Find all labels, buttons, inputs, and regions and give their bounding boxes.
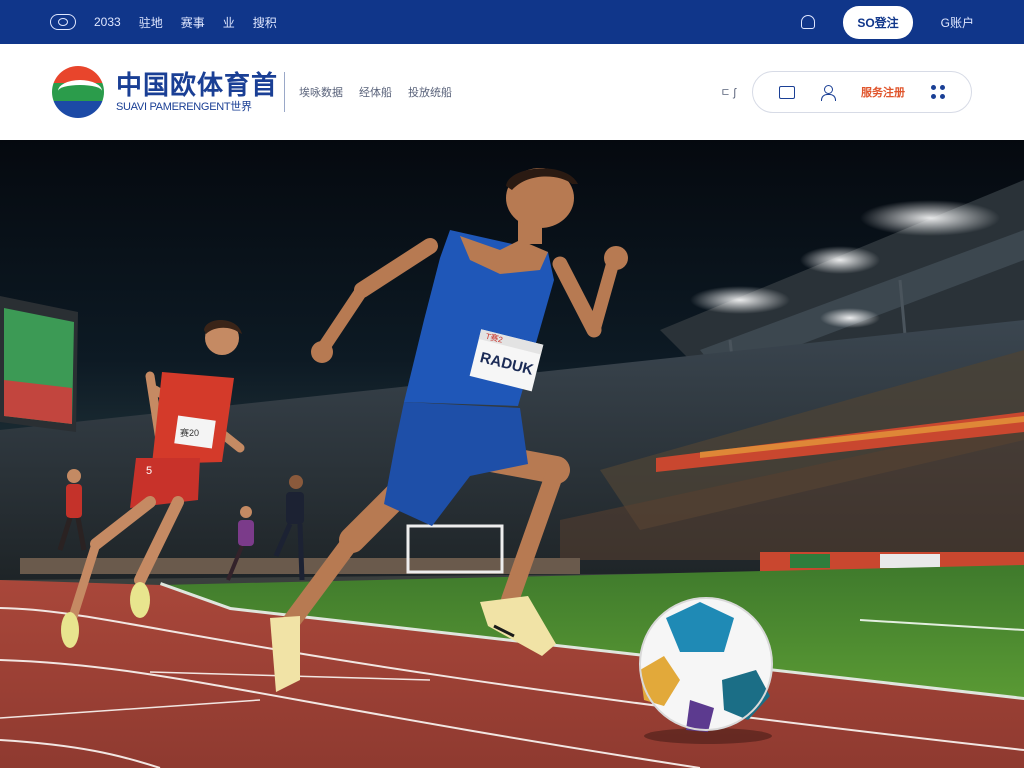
nav-item-2[interactable]: 经体船 xyxy=(359,84,392,100)
globe-icon[interactable] xyxy=(50,14,76,30)
bell-icon[interactable] xyxy=(801,15,816,29)
site-header: 中国欧体育首 SUAVI PAMERENGENT世界 埃咏数据 经体船 投放统船… xyxy=(0,44,1024,140)
apps-grid-icon[interactable] xyxy=(931,85,945,99)
nav-item-1[interactable]: 埃咏数据 xyxy=(299,84,343,100)
hero-banner[interactable]: 赛20 5 T赛2 RADUK xyxy=(0,140,1024,768)
header-divider xyxy=(284,72,286,112)
brand-title: 中国欧体育首 xyxy=(116,70,279,100)
topbar-search-link[interactable]: 搜积 xyxy=(253,14,277,31)
brand-text[interactable]: 中国欧体育首 SUAVI PAMERENGENT世界 xyxy=(116,70,278,114)
topbar-link-1[interactable]: 驻地 xyxy=(139,14,163,31)
header-nav: 埃咏数据 经体船 投放统船 xyxy=(299,84,452,100)
topbar-link-3[interactable]: 业 xyxy=(223,14,235,31)
user-icon[interactable] xyxy=(821,85,836,101)
topbar-link-2[interactable]: 赛事 xyxy=(181,14,205,31)
login-button[interactable]: SO登注 xyxy=(843,5,913,39)
register-button[interactable]: 服务注册 xyxy=(861,84,905,100)
scoreboard xyxy=(0,296,78,432)
header-tools: 服务注册 xyxy=(752,71,972,113)
monitor-icon[interactable] xyxy=(779,85,795,99)
runner-red-number: 5 xyxy=(146,465,152,477)
brand-logo[interactable] xyxy=(52,66,104,118)
brand-subtitle: SUAVI PAMERENGENT世界 xyxy=(116,101,252,113)
hero-illustration: 赛20 5 T赛2 RADUK xyxy=(0,168,1024,768)
language-switch[interactable]: ㄷ ʃ xyxy=(720,84,736,100)
nav-item-3[interactable]: 投放统船 xyxy=(408,84,452,100)
runner-red-bib: 赛20 xyxy=(180,427,199,438)
top-bar: 2033 驻地 赛事 业 搜积 SO登注 G账户 xyxy=(0,0,1024,44)
year-link[interactable]: 2033 xyxy=(94,15,121,29)
account-link[interactable]: G账户 xyxy=(941,14,974,31)
